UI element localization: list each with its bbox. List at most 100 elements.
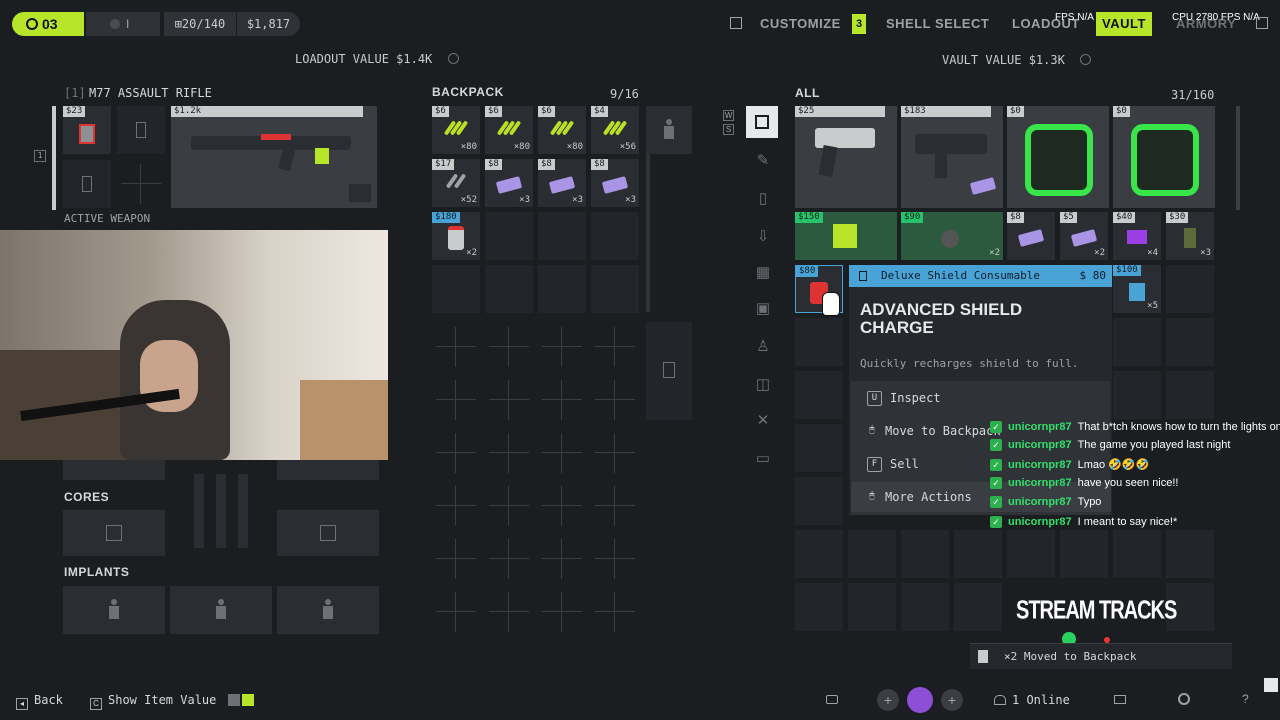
vault-slot[interactable]: $30 ×3	[1166, 212, 1214, 260]
implant-slot[interactable]	[170, 586, 272, 634]
backpack-slot[interactable]: $17 ×52	[432, 159, 480, 207]
vault-value: VAULT VALUE $1.3K	[942, 53, 1065, 67]
vault-slot-empty[interactable]	[848, 530, 896, 578]
currency-display: $1,817	[237, 12, 300, 36]
weapon-attachment-slot[interactable]	[63, 160, 111, 208]
filter-weapons-icon[interactable]: ✎	[752, 150, 774, 172]
backpack-slot-empty[interactable]	[432, 265, 480, 313]
active-weapon-slot[interactable]: $1.2k	[171, 106, 377, 208]
vault-slot-empty[interactable]	[795, 371, 843, 419]
squad-avatar[interactable]	[907, 687, 933, 713]
vault-slot-empty[interactable]	[954, 530, 1002, 578]
core-slot[interactable]	[277, 510, 379, 556]
implant-icon	[212, 599, 230, 621]
vault-slot-empty[interactable]	[795, 583, 843, 631]
vault-slot[interactable]: $8	[1007, 212, 1055, 260]
add-squad-right-button[interactable]: +	[941, 689, 963, 711]
vault-slot-empty[interactable]	[1166, 265, 1214, 313]
vault-slot-empty[interactable]	[795, 530, 843, 578]
nav-customize[interactable]: CUSTOMIZE	[760, 12, 841, 36]
vault-slot-empty[interactable]	[1113, 371, 1161, 419]
filter-all-button[interactable]	[746, 106, 778, 138]
backpack-slot-empty[interactable]	[485, 212, 533, 260]
quantity: ×2	[1094, 248, 1105, 258]
online-status[interactable]: 1 Online	[994, 693, 1070, 707]
backpack-slot-empty[interactable]	[485, 265, 533, 313]
backpack-slot[interactable]: $6 ×80	[432, 106, 480, 154]
backpack-slot[interactable]: $6 ×80	[485, 106, 533, 154]
action-inspect[interactable]: U Inspect	[851, 383, 1111, 413]
action-label: Sell	[890, 457, 919, 471]
vault-slot[interactable]: $5 ×2	[1060, 212, 1108, 260]
backpack-slot[interactable]: $8 ×3	[485, 159, 533, 207]
implant-icon	[319, 599, 337, 621]
weapon-attachment-slot[interactable]	[117, 106, 165, 154]
vault-slot[interactable]: $40 ×4	[1113, 212, 1161, 260]
price-tag: $4	[591, 106, 608, 117]
vault-slot[interactable]: $150	[795, 212, 897, 260]
vault-slot[interactable]: $90 ×2	[901, 212, 1003, 260]
filter-mods-icon[interactable]: ▦	[752, 262, 774, 284]
menu-icon[interactable]	[1256, 17, 1268, 29]
back-button[interactable]: ◂ Back	[16, 693, 63, 710]
show-item-value-toggle[interactable]: C Show Item Value	[90, 693, 254, 710]
nav-vault[interactable]: VAULT	[1096, 12, 1152, 36]
vault-slot-empty[interactable]	[795, 477, 843, 525]
core-slot[interactable]	[63, 510, 165, 556]
vault-slot-empty[interactable]	[954, 583, 1002, 631]
vault-slot-empty[interactable]	[1166, 318, 1214, 366]
backpack-slot-empty[interactable]	[538, 265, 586, 313]
backpack-slot[interactable]: $4 ×56	[591, 106, 639, 154]
mail-icon[interactable]	[1114, 695, 1126, 704]
backpack-slot-empty[interactable]	[538, 212, 586, 260]
filter-ammo-icon[interactable]: ▯	[752, 188, 774, 210]
check-icon: ✓	[990, 477, 1002, 490]
vault-slot[interactable]: $183	[901, 106, 1003, 208]
purple-chip-icon	[1127, 230, 1147, 244]
vault-slot-empty[interactable]	[1113, 318, 1161, 366]
vault-slot-empty[interactable]	[901, 530, 949, 578]
vault-slot-empty[interactable]	[795, 318, 843, 366]
vault-slot-empty[interactable]	[1166, 530, 1214, 578]
settings-square-icon[interactable]	[730, 17, 742, 29]
settings-gear-icon[interactable]	[1178, 693, 1190, 705]
backpack-slot-empty[interactable]	[591, 265, 639, 313]
vault-slot-empty[interactable]	[1113, 530, 1161, 578]
empty-attachment-plus[interactable]	[121, 164, 161, 204]
filter-implants-icon[interactable]: ♙	[752, 336, 774, 358]
help-icon[interactable]: ?	[1242, 692, 1249, 706]
backpack-slot[interactable]: $8 ×3	[538, 159, 586, 207]
vault-slot-empty[interactable]	[1060, 530, 1108, 578]
vault-slot[interactable]: $100 ×5	[1113, 265, 1161, 313]
implant-slot[interactable]	[63, 586, 165, 634]
backpack-slot-empty[interactable]	[591, 212, 639, 260]
chat-icon[interactable]	[826, 695, 838, 704]
secondary-slot[interactable]: I	[86, 12, 160, 36]
filter-gear-icon[interactable]: ⇩	[752, 226, 774, 248]
info-icon[interactable]	[448, 53, 459, 64]
vault-slot[interactable]: $0	[1113, 106, 1215, 208]
add-squad-left-button[interactable]: +	[877, 689, 899, 711]
vault-slot[interactable]: $25	[795, 106, 897, 208]
backpack-side-slot[interactable]	[646, 322, 692, 420]
level-badge[interactable]: 03	[12, 12, 84, 36]
backpack-slot[interactable]: $8 ×3	[591, 159, 639, 207]
vault-slot-empty[interactable]	[901, 583, 949, 631]
nav-shell-select[interactable]: SHELL SELECT	[886, 12, 989, 36]
filter-valuables-icon[interactable]: ✕	[752, 410, 774, 432]
vault-slot-empty[interactable]	[1007, 530, 1055, 578]
filter-cores-icon[interactable]: ◫	[752, 374, 774, 396]
backpack-slot[interactable]: $6 ×80	[538, 106, 586, 154]
filter-keys-icon[interactable]: ▭	[752, 448, 774, 470]
info-icon[interactable]	[1080, 54, 1091, 65]
vault-slot[interactable]: $0	[1007, 106, 1109, 208]
filter-chips-icon[interactable]: ▣	[752, 298, 774, 320]
implant-slot[interactable]	[277, 586, 379, 634]
backpack-character-button[interactable]	[646, 106, 692, 154]
vault-scrollbar[interactable]	[1236, 106, 1240, 210]
vault-slot-empty[interactable]	[1166, 371, 1214, 419]
vault-slot-empty[interactable]	[848, 583, 896, 631]
backpack-slot[interactable]: $180 ×2	[432, 212, 480, 260]
vault-slot-empty[interactable]	[795, 424, 843, 472]
weapon-mod-slot[interactable]: $23	[63, 106, 111, 154]
